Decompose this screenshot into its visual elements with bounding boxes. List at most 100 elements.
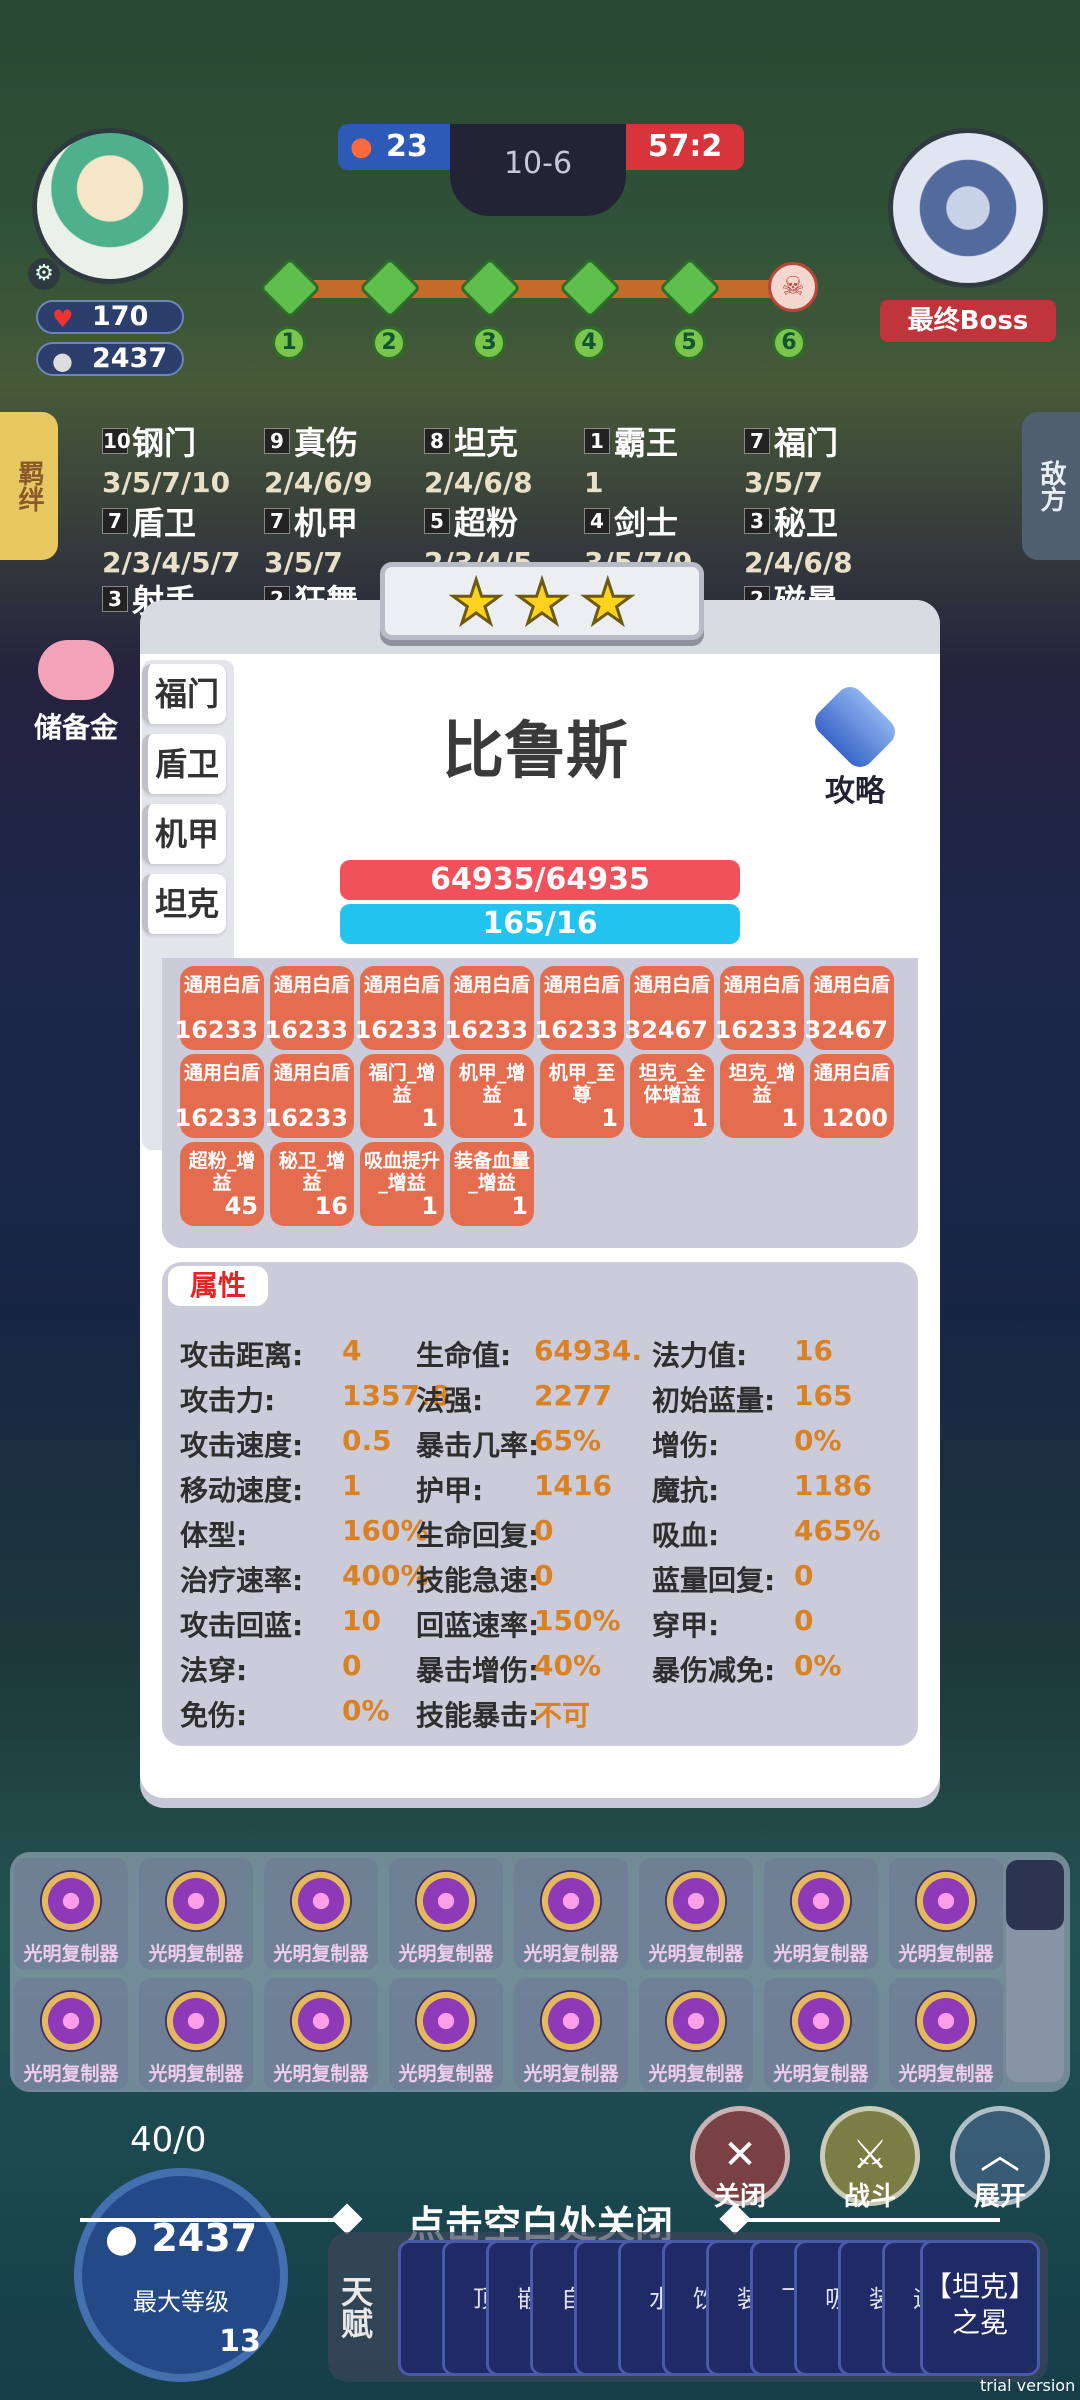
attribute-value: 0% [794, 1649, 842, 1682]
boss-avatar[interactable] [888, 128, 1048, 288]
inventory-slot[interactable]: 光明复制器 [639, 1978, 753, 2090]
attribute-value: 1186 [794, 1469, 872, 1502]
attribute-label: 生命回复: [416, 1519, 540, 1552]
inventory-slot[interactable]: 光明复制器 [389, 1978, 503, 2090]
buff-item[interactable]: 机甲_至尊 1 [540, 1054, 624, 1138]
attribute-label: 穿甲: [652, 1609, 720, 1642]
hero-tag[interactable]: 福门 [142, 664, 226, 724]
synergy-item: 10钢门 3/5/7/10 [102, 418, 230, 499]
player-avatar[interactable] [32, 128, 188, 284]
buff-value: 16233 [534, 1016, 619, 1044]
attribute-label: 攻击力: [180, 1384, 276, 1417]
inventory-slot[interactable]: 光明复制器 [264, 1978, 378, 2090]
buff-item[interactable]: 通用白盾 16233 [175, 1054, 264, 1138]
buff-name: 通用白盾 [273, 974, 350, 996]
hero-tag[interactable]: 机甲 [142, 804, 226, 864]
attribute-label: 回蓝速率: [416, 1609, 540, 1642]
buff-name: 通用白盾 [183, 1062, 260, 1084]
buff-item[interactable]: 通用白盾 16233 [265, 1054, 354, 1138]
buff-item[interactable]: 通用白盾 32467 [625, 966, 714, 1050]
attribute-label: 增伤: [652, 1429, 720, 1462]
buff-item[interactable]: 通用白盾 16233 [265, 966, 354, 1050]
attribute-label: 治疗速率: [180, 1564, 304, 1597]
synergy-count: 7 [744, 428, 770, 454]
buff-item[interactable]: 超粉_增益 45 [180, 1142, 264, 1226]
attribute-value: 40% [534, 1649, 602, 1682]
inventory-slot[interactable]: 光明复制器 [139, 1858, 253, 1970]
guide-button[interactable]: 攻略 [800, 681, 910, 810]
inventory-slot[interactable]: 光明复制器 [264, 1858, 378, 1970]
buff-item[interactable]: 装备血量_增益 1 [450, 1142, 534, 1226]
player-score-value: 23 [386, 129, 428, 164]
inventory-slot[interactable]: 光明复制器 [389, 1858, 503, 1970]
hp-bar: 64935/64935 [340, 860, 740, 900]
inventory-item-label: 光明复制器 [898, 2063, 994, 2085]
synergy-tab[interactable]: 羁绊 [0, 412, 58, 560]
buff-item[interactable]: 通用白盾 16233 [445, 966, 534, 1050]
reserve-gold-button[interactable]: 储备金 [26, 640, 126, 746]
trial-watermark: trial version [980, 2376, 1076, 2395]
attribute-value: 16 [794, 1334, 833, 1367]
attribute-value: 0% [794, 1424, 842, 1457]
replicator-gem-icon [40, 1870, 102, 1932]
replicator-gem-icon [790, 1870, 852, 1932]
inventory-scroll-thumb[interactable] [1006, 1860, 1064, 1930]
inventory-slot[interactable]: 光明复制器 [764, 1858, 878, 1970]
inventory-item-label: 光明复制器 [648, 2063, 744, 2085]
buff-item[interactable]: 机甲_增益 1 [450, 1054, 534, 1138]
buff-name: 机甲_增益 [458, 1062, 526, 1106]
inventory-slot[interactable]: 光明复制器 [639, 1858, 753, 1970]
star-icon: ★ [448, 567, 505, 640]
synergy-levels: 3/5/7 [744, 466, 823, 499]
buff-item[interactable]: 秘卫_增益 16 [270, 1142, 354, 1226]
attribute-label: 魔抗: [652, 1474, 720, 1507]
attributes-title: 属性 [168, 1266, 268, 1306]
buff-item[interactable]: 通用白盾 32467 [805, 966, 894, 1050]
buff-value: 45 [224, 1192, 258, 1220]
synergy-levels: 3/5/7 [264, 546, 343, 579]
inventory-slot[interactable]: 光明复制器 [764, 1978, 878, 2090]
hero-tag[interactable]: 盾卫 [142, 734, 226, 794]
inventory-item-label: 光明复制器 [273, 2063, 369, 2085]
buff-item[interactable]: 通用白盾 1200 [810, 1054, 894, 1138]
reserve-gold-label: 储备金 [33, 711, 118, 744]
buff-value: 16 [314, 1192, 348, 1220]
hero-tag[interactable]: 坦克 [142, 874, 226, 934]
inventory-item-label: 光明复制器 [648, 1943, 744, 1965]
buff-item[interactable]: 通用白盾 16233 [355, 966, 444, 1050]
inventory-slot[interactable]: 光明复制器 [514, 1858, 628, 1970]
buff-item[interactable]: 福门_增益 1 [360, 1054, 444, 1138]
buff-value: 1200 [821, 1104, 888, 1132]
buff-name: 坦克_增益 [728, 1062, 796, 1106]
synergy-count: 8 [424, 428, 450, 454]
buff-item[interactable]: 坦克_全体增益 1 [630, 1054, 714, 1138]
player-gold-value: 2437 [92, 343, 168, 374]
guide-label: 攻略 [825, 774, 885, 809]
synergy-item: 8 坦克 2/4/6/8 [424, 418, 533, 499]
buff-item[interactable]: 吸血提升_增益 1 [360, 1142, 444, 1226]
inventory-slot[interactable]: 光明复制器 [139, 1978, 253, 2090]
settings-gear-icon[interactable]: ⚙ [28, 258, 60, 290]
buff-name: 通用白盾 [813, 974, 890, 996]
inventory-slot[interactable]: 光明复制器 [14, 1858, 128, 1970]
inventory-item-label: 光明复制器 [523, 2063, 619, 2085]
inventory-slot[interactable]: 光明复制器 [514, 1978, 628, 2090]
buff-value: 1 [781, 1104, 798, 1132]
star-rating: ★ ★ ★ [380, 562, 704, 640]
synergy-item: 7 机甲 3/5/7 [264, 498, 358, 579]
buff-item[interactable]: 通用白盾 16233 [175, 966, 264, 1050]
talent-tab[interactable]: 天赋 [330, 2246, 380, 2368]
inventory-slot[interactable]: 光明复制器 [889, 1858, 1003, 1970]
buff-value: 16233 [714, 1016, 799, 1044]
attribute-label: 暴击增伤: [416, 1654, 540, 1687]
talent-card-crown[interactable]: 【坦克】之冕 [920, 2240, 1040, 2376]
replicator-gem-icon [415, 1990, 477, 2052]
inventory-slot[interactable]: 光明复制器 [14, 1978, 128, 2090]
inventory-slot[interactable]: 光明复制器 [889, 1978, 1003, 2090]
buff-name: 通用白盾 [453, 974, 530, 996]
buff-item[interactable]: 通用白盾 16233 [535, 966, 624, 1050]
attribute-value: 0% [342, 1694, 390, 1727]
enemy-tab[interactable]: 敌方 [1022, 412, 1080, 560]
buff-item[interactable]: 通用白盾 16233 [715, 966, 804, 1050]
buff-item[interactable]: 坦克_增益 1 [720, 1054, 804, 1138]
